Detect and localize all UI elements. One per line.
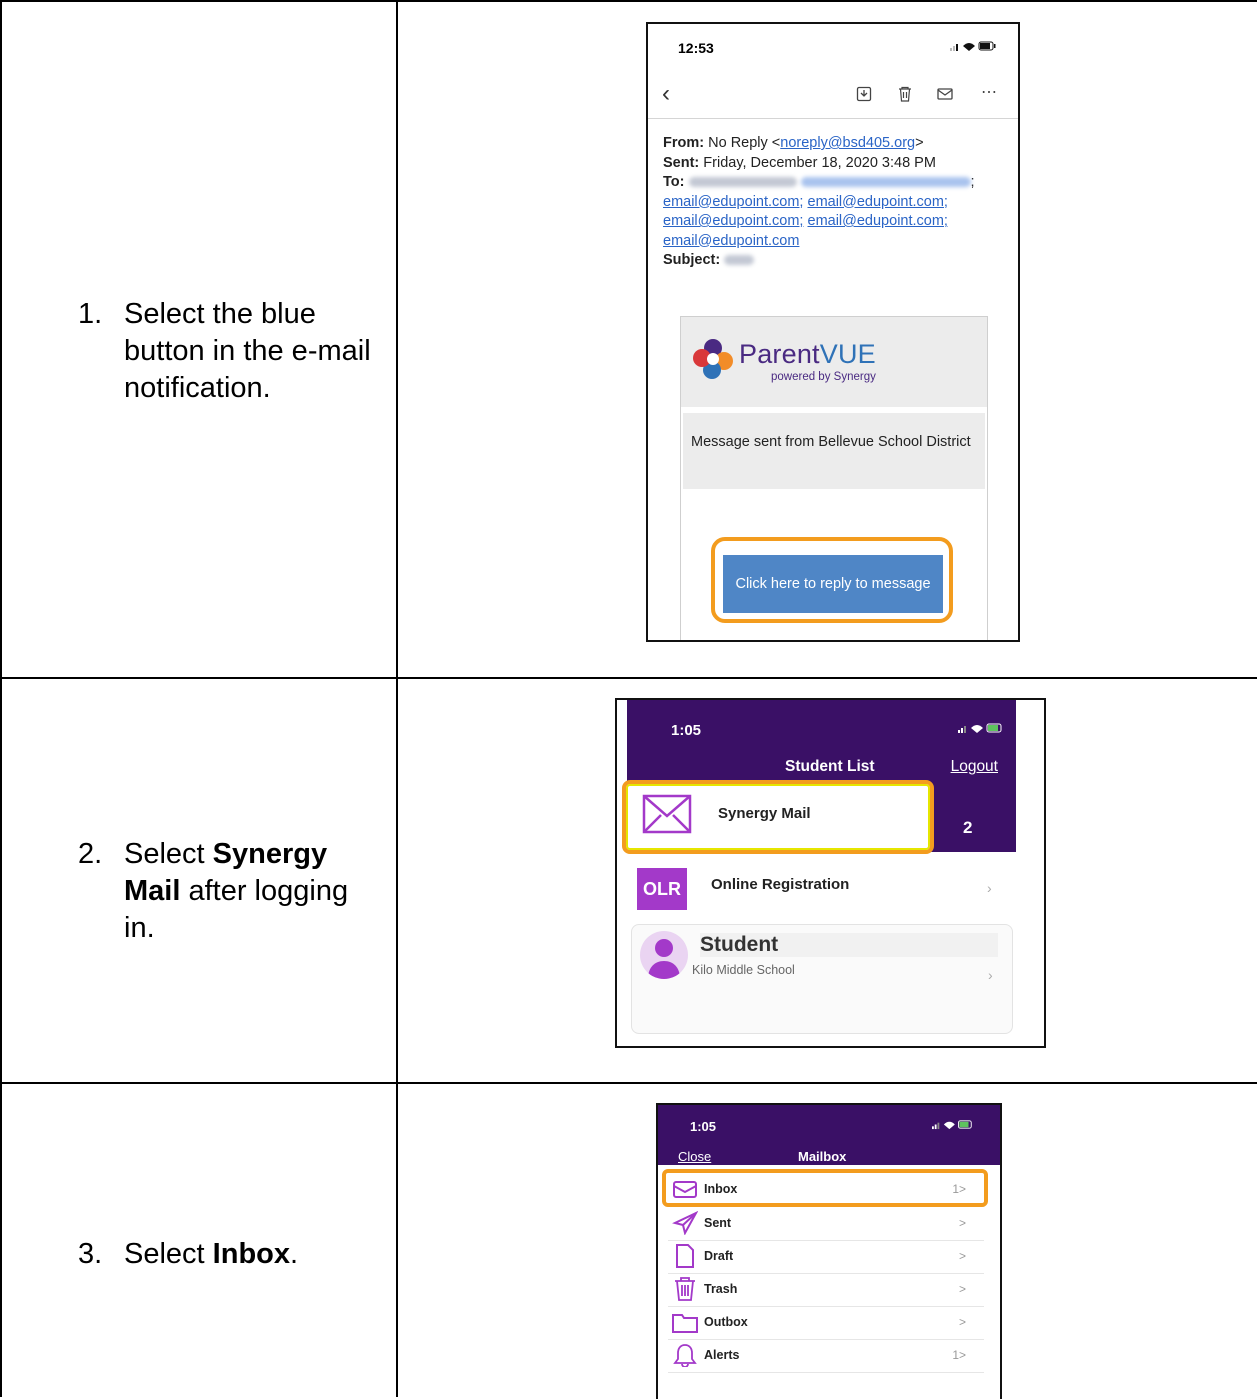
folder-count: > (958, 1282, 966, 1296)
signal-wifi-battery-icon (950, 41, 996, 51)
signal-wifi-battery-icon (932, 1120, 972, 1130)
status-time: 1:05 (671, 722, 702, 739)
status-time: 1:05 (690, 1119, 717, 1134)
step-number: 3. (78, 1238, 103, 1270)
folder-sent[interactable]: Sent > (668, 1207, 984, 1241)
student-card[interactable]: Student Kilo Middle School › (631, 924, 1013, 1034)
folder-count: > (958, 1315, 966, 1329)
redacted-subject (724, 255, 755, 266)
olr-icon: OLR (637, 868, 687, 910)
mailbox-screenshot: 1:05 Close Mailbox Inbox 1> Sent > Draft… (656, 1103, 1002, 1399)
avatar (640, 931, 688, 979)
parentvue-logo: ParentVUE powered by Synergy (681, 317, 987, 407)
to-email-link[interactable]: email@edupoint.com; (808, 194, 948, 210)
to-email-link[interactable]: email@edupoint.com; (663, 194, 803, 210)
close-link[interactable]: Close (678, 1149, 711, 1164)
page-title: Mailbox (798, 1149, 847, 1164)
folder-count: > (958, 1216, 966, 1230)
email-body-card: ParentVUE powered by Synergy Message sen… (680, 316, 988, 640)
page-title: Student List (785, 758, 875, 775)
folder-label: Draft (704, 1249, 734, 1263)
folder-label: Alerts (704, 1348, 740, 1362)
step-text: Select the blue button in the e-mail not… (124, 298, 371, 404)
status-time: 12:53 (678, 40, 714, 56)
student-list-screenshot: 1:05 Student List Logout 2 Synergy Mail … (615, 698, 1046, 1048)
table-column-divider (396, 0, 398, 1397)
email-screenshot: 12:53 ‹ ⋯ From: No Reply <noreply@bsd405… (646, 22, 1020, 642)
back-chevron-icon[interactable]: ‹ (662, 80, 670, 108)
step-number: 1. (78, 298, 103, 330)
archive-icon[interactable] (856, 86, 872, 102)
table-row-divider (0, 677, 1257, 679)
signal-wifi-battery-icon (958, 723, 1002, 733)
table-border-top (0, 0, 1257, 2)
step-number: 2. (78, 838, 103, 870)
purple-header: 1:05 Close Mailbox (658, 1105, 1000, 1165)
to-email-link[interactable]: email@edupoint.com; (808, 213, 948, 229)
message-text: Message sent from Bellevue School Distri… (683, 413, 985, 489)
student-name: Student (700, 933, 998, 957)
folder-alerts[interactable]: Alerts 1> (668, 1339, 984, 1373)
step-text: Select Inbox. (124, 1238, 299, 1270)
mail-count-badge: 2 (963, 818, 973, 837)
inbox-highlight (662, 1169, 988, 1207)
redacted-email (800, 177, 971, 188)
from-email-link[interactable]: noreply@bsd405.org (780, 135, 915, 151)
to-email-link[interactable]: email@edupoint.com (663, 233, 799, 249)
online-registration-item[interactable]: Online Registration (711, 876, 849, 893)
synergy-mail-label: Synergy Mail (718, 805, 811, 822)
trash-icon[interactable] (897, 86, 913, 102)
folder-draft[interactable]: Draft > (668, 1240, 984, 1274)
status-icons (958, 722, 1004, 737)
folder-icon (672, 1314, 698, 1333)
more-icon[interactable]: ⋯ (981, 82, 997, 102)
status-icons (932, 1119, 974, 1133)
folder-label: Outbox (704, 1315, 748, 1329)
folder-label: Sent (704, 1216, 732, 1230)
send-icon (672, 1211, 698, 1235)
brand-name: ParentVUE (739, 339, 876, 369)
envelope-icon (642, 794, 692, 834)
chevron-right-icon: › (988, 967, 993, 983)
mail-icon[interactable] (937, 86, 953, 102)
parentvue-logo-icon (693, 339, 733, 379)
synergy-mail-item[interactable]: Synergy Mail (622, 780, 934, 854)
folder-count: 1> (952, 1348, 966, 1362)
chevron-right-icon: › (987, 880, 992, 896)
redacted-name (688, 177, 797, 188)
trash-icon (675, 1277, 695, 1301)
document-icon (676, 1244, 694, 1268)
step-text: Select Synergy Mail after logging in. (124, 838, 349, 944)
folder-outbox[interactable]: Outbox > (668, 1306, 984, 1340)
email-toolbar: ‹ ⋯ (648, 74, 1018, 119)
status-icons (950, 40, 996, 55)
logout-link[interactable]: Logout (951, 758, 998, 776)
reply-to-message-button[interactable]: Click here to reply to message (723, 555, 943, 613)
folder-count: > (958, 1249, 966, 1263)
folder-label: Trash (704, 1282, 738, 1296)
brand-tagline: powered by Synergy (771, 371, 876, 383)
reply-button-highlight: Click here to reply to message (711, 537, 953, 623)
bell-icon (673, 1344, 697, 1367)
to-email-link[interactable]: email@edupoint.com; (663, 213, 803, 229)
table-border-left (0, 0, 2, 1397)
school-name: Kilo Middle School (692, 963, 795, 977)
table-row-divider (0, 1082, 1257, 1084)
folder-trash[interactable]: Trash > (668, 1273, 984, 1307)
email-header: From: No Reply <noreply@bsd405.org> Sent… (663, 135, 975, 268)
